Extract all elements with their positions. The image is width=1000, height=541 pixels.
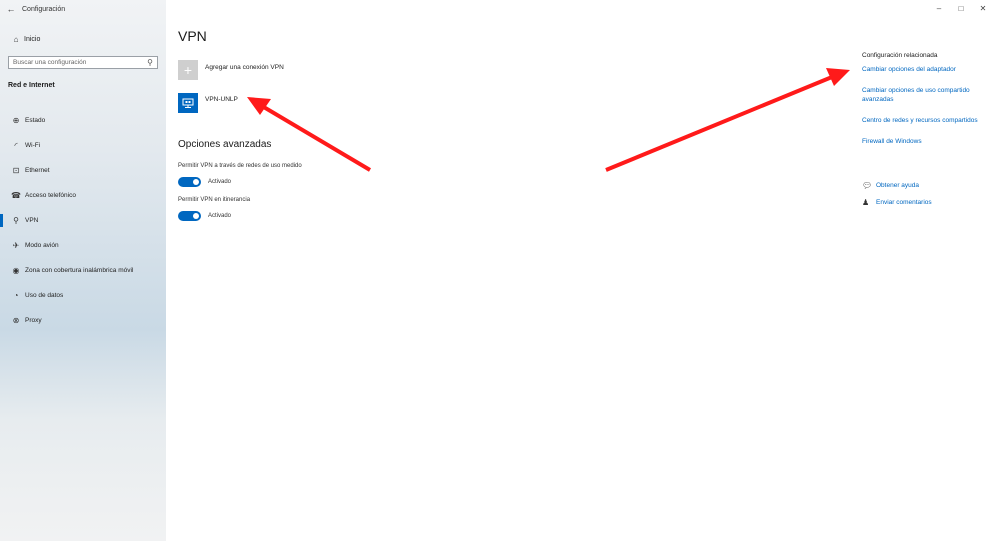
back-button[interactable]: ← bbox=[0, 0, 22, 18]
sidebar-item-airplane[interactable]: ✈ Modo avión bbox=[0, 233, 166, 258]
search-placeholder: Buscar una configuración bbox=[13, 59, 87, 66]
sidebar-item-data-usage[interactable]: ◔ Uso de datos bbox=[0, 283, 166, 308]
airplane-icon: ✈ bbox=[12, 241, 20, 250]
nav-home[interactable]: ⌂ Inicio bbox=[0, 32, 166, 46]
ethernet-icon: ⊡ bbox=[12, 166, 20, 175]
related-settings-title: Configuración relacionada bbox=[862, 52, 938, 59]
advanced-options-title: Opciones avanzadas bbox=[178, 139, 272, 150]
sidebar-item-proxy[interactable]: ⊗ Proxy bbox=[0, 308, 166, 333]
sidebar-item-label: Modo avión bbox=[25, 242, 59, 249]
vpn-connection-name: VPN-UNLP bbox=[205, 96, 238, 103]
feedback-label: Enviar comentarios bbox=[876, 199, 932, 206]
add-vpn-button[interactable]: + Agregar una conexión VPN bbox=[178, 60, 284, 80]
search-input[interactable]: Buscar una configuración ⚲ bbox=[8, 56, 158, 69]
vpn-connection-item[interactable]: VPN-UNLP bbox=[178, 93, 238, 113]
sidebar: ← Configuración ⌂ Inicio Buscar una conf… bbox=[0, 0, 166, 541]
vpn-connection-icon bbox=[178, 93, 198, 113]
roaming-option-label: Permitir VPN en itinerancia bbox=[178, 197, 251, 203]
section-title: Red e Internet bbox=[8, 82, 55, 89]
hotspot-icon: ◉ bbox=[12, 266, 20, 275]
sidebar-item-label: Zona con cobertura inalámbrica móvil bbox=[25, 267, 134, 274]
nav-home-label: Inicio bbox=[24, 35, 41, 43]
minimize-button[interactable]: – bbox=[928, 2, 950, 14]
get-help-link[interactable]: 💬︎ Obtener ayuda bbox=[862, 181, 992, 190]
feedback-link[interactable]: ♟ Enviar comentarios bbox=[862, 198, 992, 207]
sidebar-item-label: Uso de datos bbox=[25, 292, 64, 299]
help-section: 💬︎ Obtener ayuda ♟ Enviar comentarios bbox=[862, 181, 992, 215]
toggle-knob bbox=[193, 179, 199, 185]
sidebar-item-vpn[interactable]: ⚲ VPN bbox=[0, 208, 166, 233]
close-button[interactable]: ✕ bbox=[972, 2, 994, 14]
sidebar-nav: ⊕ Estado ◜ Wi-Fi ⊡ Ethernet ☎ Acceso telefónico… bbox=[0, 108, 166, 333]
sidebar-item-label: Estado bbox=[25, 117, 46, 124]
window-controls: – □ ✕ bbox=[928, 2, 994, 14]
metered-toggle-state: Activado bbox=[208, 179, 232, 185]
sidebar-item-label: Acceso telefónico bbox=[25, 192, 76, 199]
main-content: VPN + Agregar una conexión VPN VPN-UNLP … bbox=[178, 0, 778, 541]
sidebar-item-label: Ethernet bbox=[25, 167, 50, 174]
sidebar-item-ethernet[interactable]: ⊡ Ethernet bbox=[0, 158, 166, 183]
app-title: Configuración bbox=[22, 5, 66, 13]
wifi-icon: ◜ bbox=[14, 141, 18, 150]
dialup-icon: ☎ bbox=[11, 191, 21, 200]
maximize-button[interactable]: □ bbox=[950, 2, 972, 14]
chat-icon: 💬︎ bbox=[862, 181, 873, 190]
plus-icon: + bbox=[178, 60, 198, 80]
globe-icon: ⊕ bbox=[12, 116, 20, 125]
annotation-arrowhead-right bbox=[826, 68, 850, 86]
feedback-icon: ♟ bbox=[862, 198, 870, 207]
sidebar-item-hotspot[interactable]: ◉ Zona con cobertura inalámbrica móvil bbox=[0, 258, 166, 283]
search-icon: ⚲ bbox=[147, 58, 153, 67]
sidebar-item-label: VPN bbox=[25, 217, 39, 224]
get-help-label: Obtener ayuda bbox=[876, 182, 920, 189]
roaming-toggle-state: Activado bbox=[208, 213, 232, 219]
link-advanced-sharing[interactable]: Cambiar opciones de uso compartido avanz… bbox=[862, 86, 992, 104]
roaming-toggle[interactable] bbox=[178, 211, 201, 221]
sidebar-item-dialup[interactable]: ☎ Acceso telefónico bbox=[0, 183, 166, 208]
sidebar-item-wifi[interactable]: ◜ Wi-Fi bbox=[0, 133, 166, 158]
sidebar-item-label: Wi-Fi bbox=[25, 142, 41, 149]
vpn-icon: ⚲ bbox=[13, 216, 19, 225]
link-adapter-options[interactable]: Cambiar opciones del adaptador bbox=[862, 65, 992, 74]
sidebar-item-globe[interactable]: ⊕ Estado bbox=[0, 108, 166, 133]
add-vpn-label: Agregar una conexión VPN bbox=[205, 64, 284, 71]
home-icon: ⌂ bbox=[13, 34, 19, 44]
proxy-icon: ⊗ bbox=[12, 316, 20, 325]
page-title: VPN bbox=[178, 28, 207, 44]
sidebar-item-label: Proxy bbox=[25, 317, 42, 324]
metered-option-label: Permitir VPN a través de redes de uso me… bbox=[178, 163, 302, 169]
toggle-knob bbox=[193, 213, 199, 219]
link-network-center[interactable]: Centro de redes y recursos compartidos bbox=[862, 116, 992, 125]
settings-window: ← Configuración ⌂ Inicio Buscar una conf… bbox=[0, 0, 1000, 541]
title-bar: ← Configuración bbox=[0, 0, 166, 18]
link-firewall[interactable]: Firewall de Windows bbox=[862, 137, 992, 146]
metered-toggle[interactable] bbox=[178, 177, 201, 187]
related-settings: Configuración relacionada Cambiar opcion… bbox=[862, 52, 992, 158]
data-usage-icon: ◔ bbox=[13, 291, 19, 300]
